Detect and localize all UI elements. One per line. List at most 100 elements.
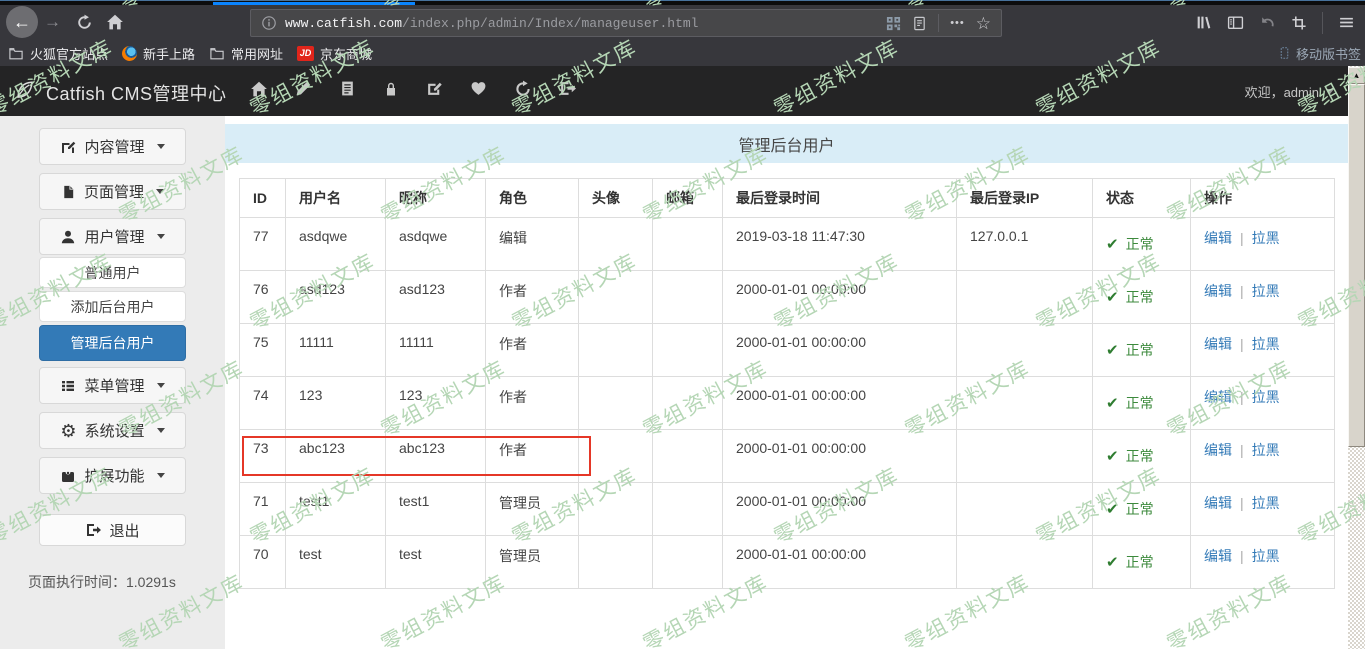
sidebar-item-content-mgmt[interactable]: 内容管理: [39, 128, 186, 165]
sidebar-item-menu-mgmt[interactable]: 菜单管理: [39, 367, 186, 404]
bookmark-firefox-official[interactable]: 火狐官方站点: [8, 44, 108, 63]
cell-nickname: test: [386, 536, 486, 589]
cms-title[interactable]: Catfish CMS管理中心: [46, 80, 227, 106]
nav-article-icon[interactable]: [339, 80, 356, 102]
forward-icon: →: [44, 12, 61, 31]
block-user-link[interactable]: 拉黑: [1252, 230, 1280, 246]
col-avatar: 头像: [579, 179, 653, 218]
cell-avatar: [579, 377, 653, 430]
chevron-down-icon: [157, 428, 165, 433]
check-icon: ✔: [1106, 448, 1119, 465]
toolbar-divider: [1322, 12, 1323, 34]
cell-avatar: [579, 218, 653, 271]
nav-lock-icon[interactable]: [383, 81, 399, 102]
mobile-bookmarks-folder[interactable]: 移动版书签: [1278, 44, 1361, 63]
cell-actions: 编辑|拉黑: [1191, 377, 1335, 430]
bookmark-common-sites[interactable]: 常用网址: [209, 44, 283, 63]
col-id: ID: [240, 179, 286, 218]
sidebar-item-label: 系统设置: [85, 420, 145, 441]
cell-avatar: [579, 483, 653, 536]
site-info-icon[interactable]: [261, 15, 277, 31]
nav-logout-icon[interactable]: [559, 80, 576, 102]
sidebars-button[interactable]: [1227, 14, 1244, 31]
block-user-link[interactable]: 拉黑: [1252, 283, 1280, 299]
urlbar-divider: [938, 14, 939, 32]
block-user-link[interactable]: 拉黑: [1252, 336, 1280, 352]
sidebar-item-user-mgmt[interactable]: 用户管理: [39, 218, 186, 255]
edit-user-link[interactable]: 编辑: [1204, 230, 1232, 246]
scroll-up-button[interactable]: ▲: [1348, 67, 1365, 84]
block-user-link[interactable]: 拉黑: [1252, 389, 1280, 405]
logout-button[interactable]: 退出: [39, 514, 186, 546]
annotation-red-box: [242, 436, 591, 476]
edit-user-link[interactable]: 编辑: [1204, 442, 1232, 458]
edit-user-link[interactable]: 编辑: [1204, 548, 1232, 564]
forward-button[interactable]: →: [44, 12, 61, 32]
bookmark-getting-started[interactable]: 新手上路: [122, 44, 195, 63]
gear-icon: ⚙: [60, 422, 76, 440]
edit-user-link[interactable]: 编辑: [1204, 495, 1232, 511]
page-actions-icon[interactable]: •••: [950, 17, 965, 29]
welcome-user-menu[interactable]: 欢迎，admin: [1245, 66, 1334, 116]
edit-user-link[interactable]: 编辑: [1204, 336, 1232, 352]
status-text: 正常: [1126, 554, 1154, 570]
caret-up-icon: ▲: [1353, 71, 1361, 80]
nav-heart-icon[interactable]: [470, 80, 487, 102]
url-text[interactable]: www.catfish.com/index.php/admin/Index/ma…: [285, 16, 698, 31]
cell-nickname: 123: [386, 377, 486, 430]
screenshot-button[interactable]: [1291, 15, 1307, 31]
user-table-body: 77asdqweasdqwe编辑2019-03-18 11:47:30127.0…: [240, 218, 1335, 589]
chevron-down-icon: [1326, 89, 1334, 94]
cell-actions: 编辑|拉黑: [1191, 271, 1335, 324]
page-content: 内容管理 页面管理 用户管理 普通用户 添加后台用户 管理后台用户: [0, 116, 1348, 649]
cell-status: ✔正常: [1093, 324, 1191, 377]
nav-refresh-icon[interactable]: [514, 80, 532, 103]
bookmark-star-icon[interactable]: ☆: [976, 15, 991, 32]
reload-button[interactable]: [76, 14, 93, 31]
cell-actions: 编辑 | 拉黑: [1191, 218, 1335, 271]
url-bar[interactable]: www.catfish.com/index.php/admin/Index/ma…: [250, 9, 1002, 37]
col-nickname: 昵称: [386, 179, 486, 218]
screenshot-crop-icon: [1291, 15, 1307, 31]
nav-compose-icon[interactable]: [426, 80, 443, 102]
cell-role: 作者: [486, 324, 579, 377]
edit-user-link[interactable]: 编辑: [1204, 283, 1232, 299]
menu-button[interactable]: [1338, 14, 1355, 31]
library-button[interactable]: [1195, 14, 1212, 31]
chevron-down-icon: [157, 473, 165, 478]
cell-role: 作者: [486, 377, 579, 430]
sidebar-item-extensions[interactable]: 扩展功能: [39, 457, 186, 494]
page-scrollbar[interactable]: ▲: [1348, 66, 1365, 649]
block-user-link[interactable]: 拉黑: [1252, 495, 1280, 511]
back-button[interactable]: ←: [6, 6, 38, 38]
sidebar-item-add-admin-user[interactable]: 添加后台用户: [39, 291, 186, 322]
cell-status: ✔正常: [1093, 218, 1191, 271]
table-row-user-75: 751111111111作者2000-01-01 00:00:00✔正常编辑|拉…: [240, 324, 1335, 377]
sidebar-item-label: 普通用户: [85, 263, 141, 283]
cell-last_login: 2000-01-01 00:00:00: [723, 377, 957, 430]
status-text: 正常: [1126, 236, 1154, 252]
undo-restore-button[interactable]: [1259, 14, 1276, 31]
sidebar-item-page-mgmt[interactable]: 页面管理: [39, 173, 186, 210]
cell-email: [653, 377, 723, 430]
block-user-link[interactable]: 拉黑: [1252, 442, 1280, 458]
home-button[interactable]: [106, 13, 124, 31]
cell-id: 70: [240, 536, 286, 589]
sidebar-item-manage-admin-users[interactable]: 管理后台用户: [39, 325, 186, 361]
nav-home-icon[interactable]: [250, 80, 268, 103]
edit-user-link[interactable]: 编辑: [1204, 389, 1232, 405]
qr-code-icon[interactable]: [886, 16, 901, 31]
block-user-link[interactable]: 拉黑: [1252, 548, 1280, 564]
cell-username: test: [286, 536, 386, 589]
reader-mode-icon[interactable]: [912, 16, 927, 31]
sidebars-icon: [1227, 14, 1244, 31]
scrollbar-thumb[interactable]: [1348, 84, 1365, 447]
action-separator: |: [1240, 230, 1244, 246]
cell-actions: 编辑|拉黑: [1191, 483, 1335, 536]
sidebar-item-normal-users[interactable]: 普通用户: [39, 257, 186, 288]
catfish-logo-icon[interactable]: [13, 79, 36, 107]
sidebar-item-system-settings[interactable]: ⚙ 系统设置: [39, 412, 186, 449]
bookmark-jd-mall[interactable]: JD 京东商城: [297, 44, 372, 63]
nav-pencil-icon[interactable]: [295, 80, 312, 102]
action-separator: |: [1240, 336, 1244, 352]
